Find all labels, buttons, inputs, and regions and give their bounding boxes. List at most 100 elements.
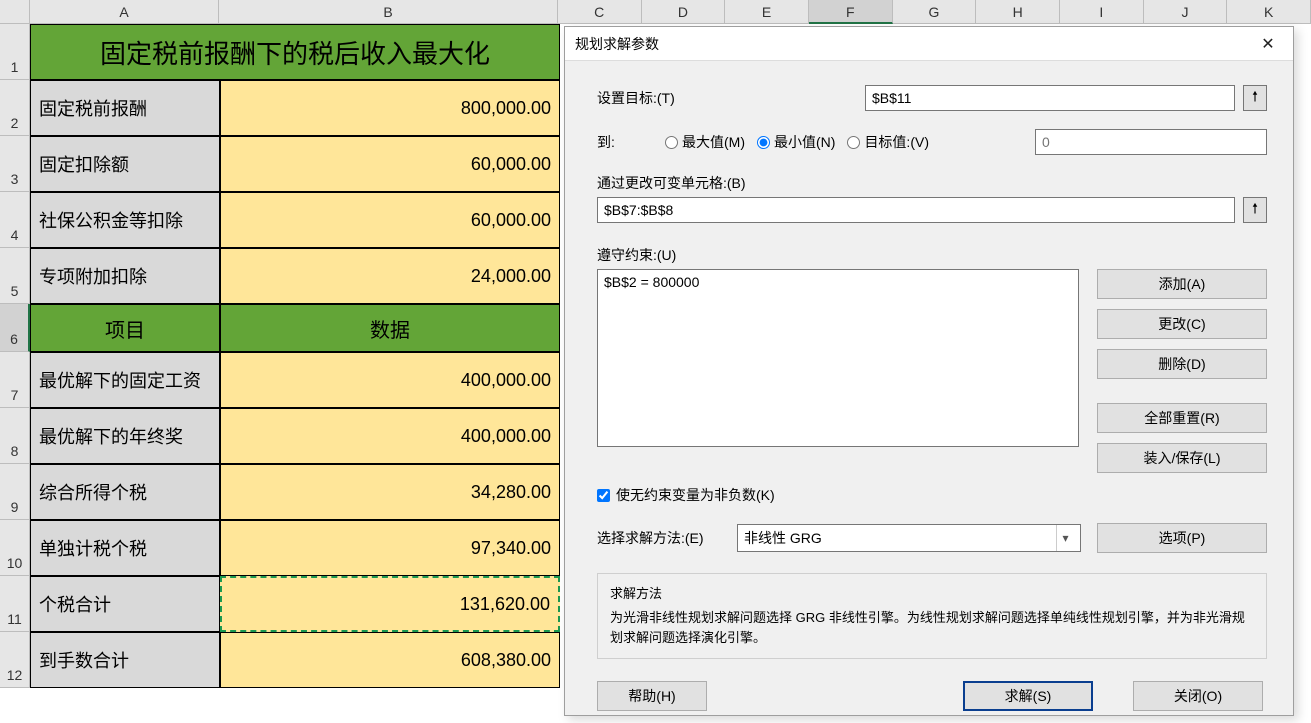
label-cell[interactable]: 最优解下的年终奖 xyxy=(30,408,220,464)
radio-group: 最大值(M) 最小值(N) 目标值:(V) xyxy=(665,132,929,152)
dialog-title: 规划求解参数 xyxy=(575,34,659,54)
set-objective-input[interactable] xyxy=(865,85,1235,111)
constraint-item[interactable]: $B$2 = 800000 xyxy=(604,274,1072,290)
row-header-10[interactable]: 10 xyxy=(0,520,30,576)
cell-text: 最优解下的年终奖 xyxy=(39,423,183,449)
method-box-body: 为光滑非线性规划求解问题选择 GRG 非线性引擎。为线性规划求解问题选择单纯线性… xyxy=(610,608,1254,648)
select-all-corner[interactable] xyxy=(0,0,30,24)
row-header-5[interactable]: 5 xyxy=(0,248,30,304)
col-header-B[interactable]: B xyxy=(219,0,558,24)
to-radio-row: 到: 最大值(M) 最小值(N) 目标值:(V) xyxy=(597,129,1267,155)
col-header-D[interactable]: D xyxy=(642,0,726,24)
constraints-listbox[interactable]: $B$2 = 800000 xyxy=(597,269,1079,447)
close-button[interactable]: ✕ xyxy=(1253,29,1283,59)
value-cell[interactable]: 97,340.00 xyxy=(220,520,560,576)
reset-all-button[interactable]: 全部重置(R) xyxy=(1097,403,1267,433)
col-header-C[interactable]: C xyxy=(558,0,642,24)
radio-min-input[interactable] xyxy=(757,136,770,149)
cell-text: 800,000.00 xyxy=(461,98,551,119)
constraints-row: $B$2 = 800000 添加(A) 更改(C) 删除(D) 全部重置(R) … xyxy=(597,269,1267,473)
row-header-4[interactable]: 4 xyxy=(0,192,30,248)
cell-text: 社保公积金等扣除 xyxy=(39,207,183,233)
constraints-button-col: 添加(A) 更改(C) 删除(D) 全部重置(R) 装入/保存(L) xyxy=(1097,269,1267,473)
nonneg-checkbox[interactable] xyxy=(597,489,610,502)
radio-max-label: 最大值(M) xyxy=(682,132,745,152)
label-cell[interactable]: 固定税前报酬 xyxy=(30,80,220,136)
cell-text: 400,000.00 xyxy=(461,370,551,391)
to-label: 到: xyxy=(597,132,657,152)
row-header-1[interactable]: 1 xyxy=(0,24,30,80)
col-header-H[interactable]: H xyxy=(976,0,1060,24)
cell-text: 34,280.00 xyxy=(471,482,551,503)
col-header-E[interactable]: E xyxy=(725,0,809,24)
title-text: 固定税前报酬下的税后收入最大化 xyxy=(100,34,490,71)
close-dialog-button[interactable]: 关闭(O) xyxy=(1133,681,1263,711)
label-cell[interactable]: 社保公积金等扣除 xyxy=(30,192,220,248)
col-header-F[interactable]: F xyxy=(809,0,893,24)
label-cell[interactable]: 个税合计 xyxy=(30,576,220,632)
valueof-input[interactable] xyxy=(1035,129,1267,155)
value-cell[interactable]: 400,000.00 xyxy=(220,408,560,464)
ref-picker-icon: 🠕 xyxy=(1252,198,1258,222)
value-cell[interactable]: 608,380.00 xyxy=(220,632,560,688)
radio-min-label: 最小值(N) xyxy=(774,132,835,152)
collapse-ref-button-2[interactable]: 🠕 xyxy=(1243,197,1267,223)
label-cell[interactable]: 固定扣除额 xyxy=(30,136,220,192)
subheader-cell-b[interactable]: 数据 xyxy=(220,304,560,352)
value-cell[interactable]: 24,000.00 xyxy=(220,248,560,304)
value-cell[interactable]: 400,000.00 xyxy=(220,352,560,408)
label-cell[interactable]: 综合所得个税 xyxy=(30,464,220,520)
row-header-7[interactable]: 7 xyxy=(0,352,30,408)
change-button[interactable]: 更改(C) xyxy=(1097,309,1267,339)
value-cell-ants[interactable]: 131,620.00 xyxy=(220,576,560,632)
value-cell[interactable]: 800,000.00 xyxy=(220,80,560,136)
label-cell[interactable]: 最优解下的固定工资 xyxy=(30,352,220,408)
row-header-11[interactable]: 11 xyxy=(0,576,30,632)
col-header-J[interactable]: J xyxy=(1144,0,1228,24)
label-cell[interactable]: 单独计税个税 xyxy=(30,520,220,576)
load-save-button[interactable]: 装入/保存(L) xyxy=(1097,443,1267,473)
row-header-6[interactable]: 6 xyxy=(0,304,30,352)
cell-text: 数据 xyxy=(370,314,410,343)
col-header-K[interactable]: K xyxy=(1227,0,1311,24)
cell-text: 131,620.00 xyxy=(460,594,550,615)
value-cell[interactable]: 60,000.00 xyxy=(220,136,560,192)
options-button[interactable]: 选项(P) xyxy=(1097,523,1267,553)
delete-button[interactable]: 删除(D) xyxy=(1097,349,1267,379)
select-method-label: 选择求解方法:(E) xyxy=(597,528,721,548)
radio-max[interactable]: 最大值(M) xyxy=(665,132,745,152)
row-header-12[interactable]: 12 xyxy=(0,632,30,688)
radio-min[interactable]: 最小值(N) xyxy=(757,132,835,152)
collapse-ref-button[interactable]: 🠕 xyxy=(1243,85,1267,111)
subheader-cell-a[interactable]: 项目 xyxy=(30,304,220,352)
select-method-row: 选择求解方法:(E) 非线性 GRG ▾ 选项(P) xyxy=(597,523,1267,553)
row-header-2[interactable]: 2 xyxy=(0,80,30,136)
row-header-3[interactable]: 3 xyxy=(0,136,30,192)
chevron-down-icon: ▾ xyxy=(1056,525,1074,551)
radio-valueof[interactable]: 目标值:(V) xyxy=(847,132,929,152)
radio-max-input[interactable] xyxy=(665,136,678,149)
title-cell[interactable]: 固定税前报酬下的税后收入最大化 xyxy=(30,24,560,80)
nonneg-checkbox-row[interactable]: 使无约束变量为非负数(K) xyxy=(597,485,1267,505)
solver-dialog: 规划求解参数 ✕ 设置目标:(T) 🠕 到: 最大值(M) 最小值(N) 目标值… xyxy=(564,26,1294,716)
value-cell[interactable]: 34,280.00 xyxy=(220,464,560,520)
add-button[interactable]: 添加(A) xyxy=(1097,269,1267,299)
row-header-8[interactable]: 8 xyxy=(0,408,30,464)
col-header-I[interactable]: I xyxy=(1060,0,1144,24)
label-cell[interactable]: 专项附加扣除 xyxy=(30,248,220,304)
label-cell[interactable]: 到手数合计 xyxy=(30,632,220,688)
select-method-combo[interactable]: 非线性 GRG ▾ xyxy=(737,524,1081,552)
col-header-A[interactable]: A xyxy=(30,0,219,24)
select-method-value: 非线性 GRG xyxy=(744,528,822,548)
help-button[interactable]: 帮助(H) xyxy=(597,681,707,711)
cell-text: 专项附加扣除 xyxy=(39,263,147,289)
solve-button[interactable]: 求解(S) xyxy=(963,681,1093,711)
by-changing-input[interactable] xyxy=(597,197,1235,223)
row-header-9[interactable]: 9 xyxy=(0,464,30,520)
set-objective-label: 设置目标:(T) xyxy=(597,88,857,108)
dialog-titlebar[interactable]: 规划求解参数 ✕ xyxy=(565,27,1293,61)
radio-valueof-input[interactable] xyxy=(847,136,860,149)
solving-method-box: 求解方法 为光滑非线性规划求解问题选择 GRG 非线性引擎。为线性规划求解问题选… xyxy=(597,573,1267,659)
col-header-G[interactable]: G xyxy=(893,0,977,24)
value-cell[interactable]: 60,000.00 xyxy=(220,192,560,248)
